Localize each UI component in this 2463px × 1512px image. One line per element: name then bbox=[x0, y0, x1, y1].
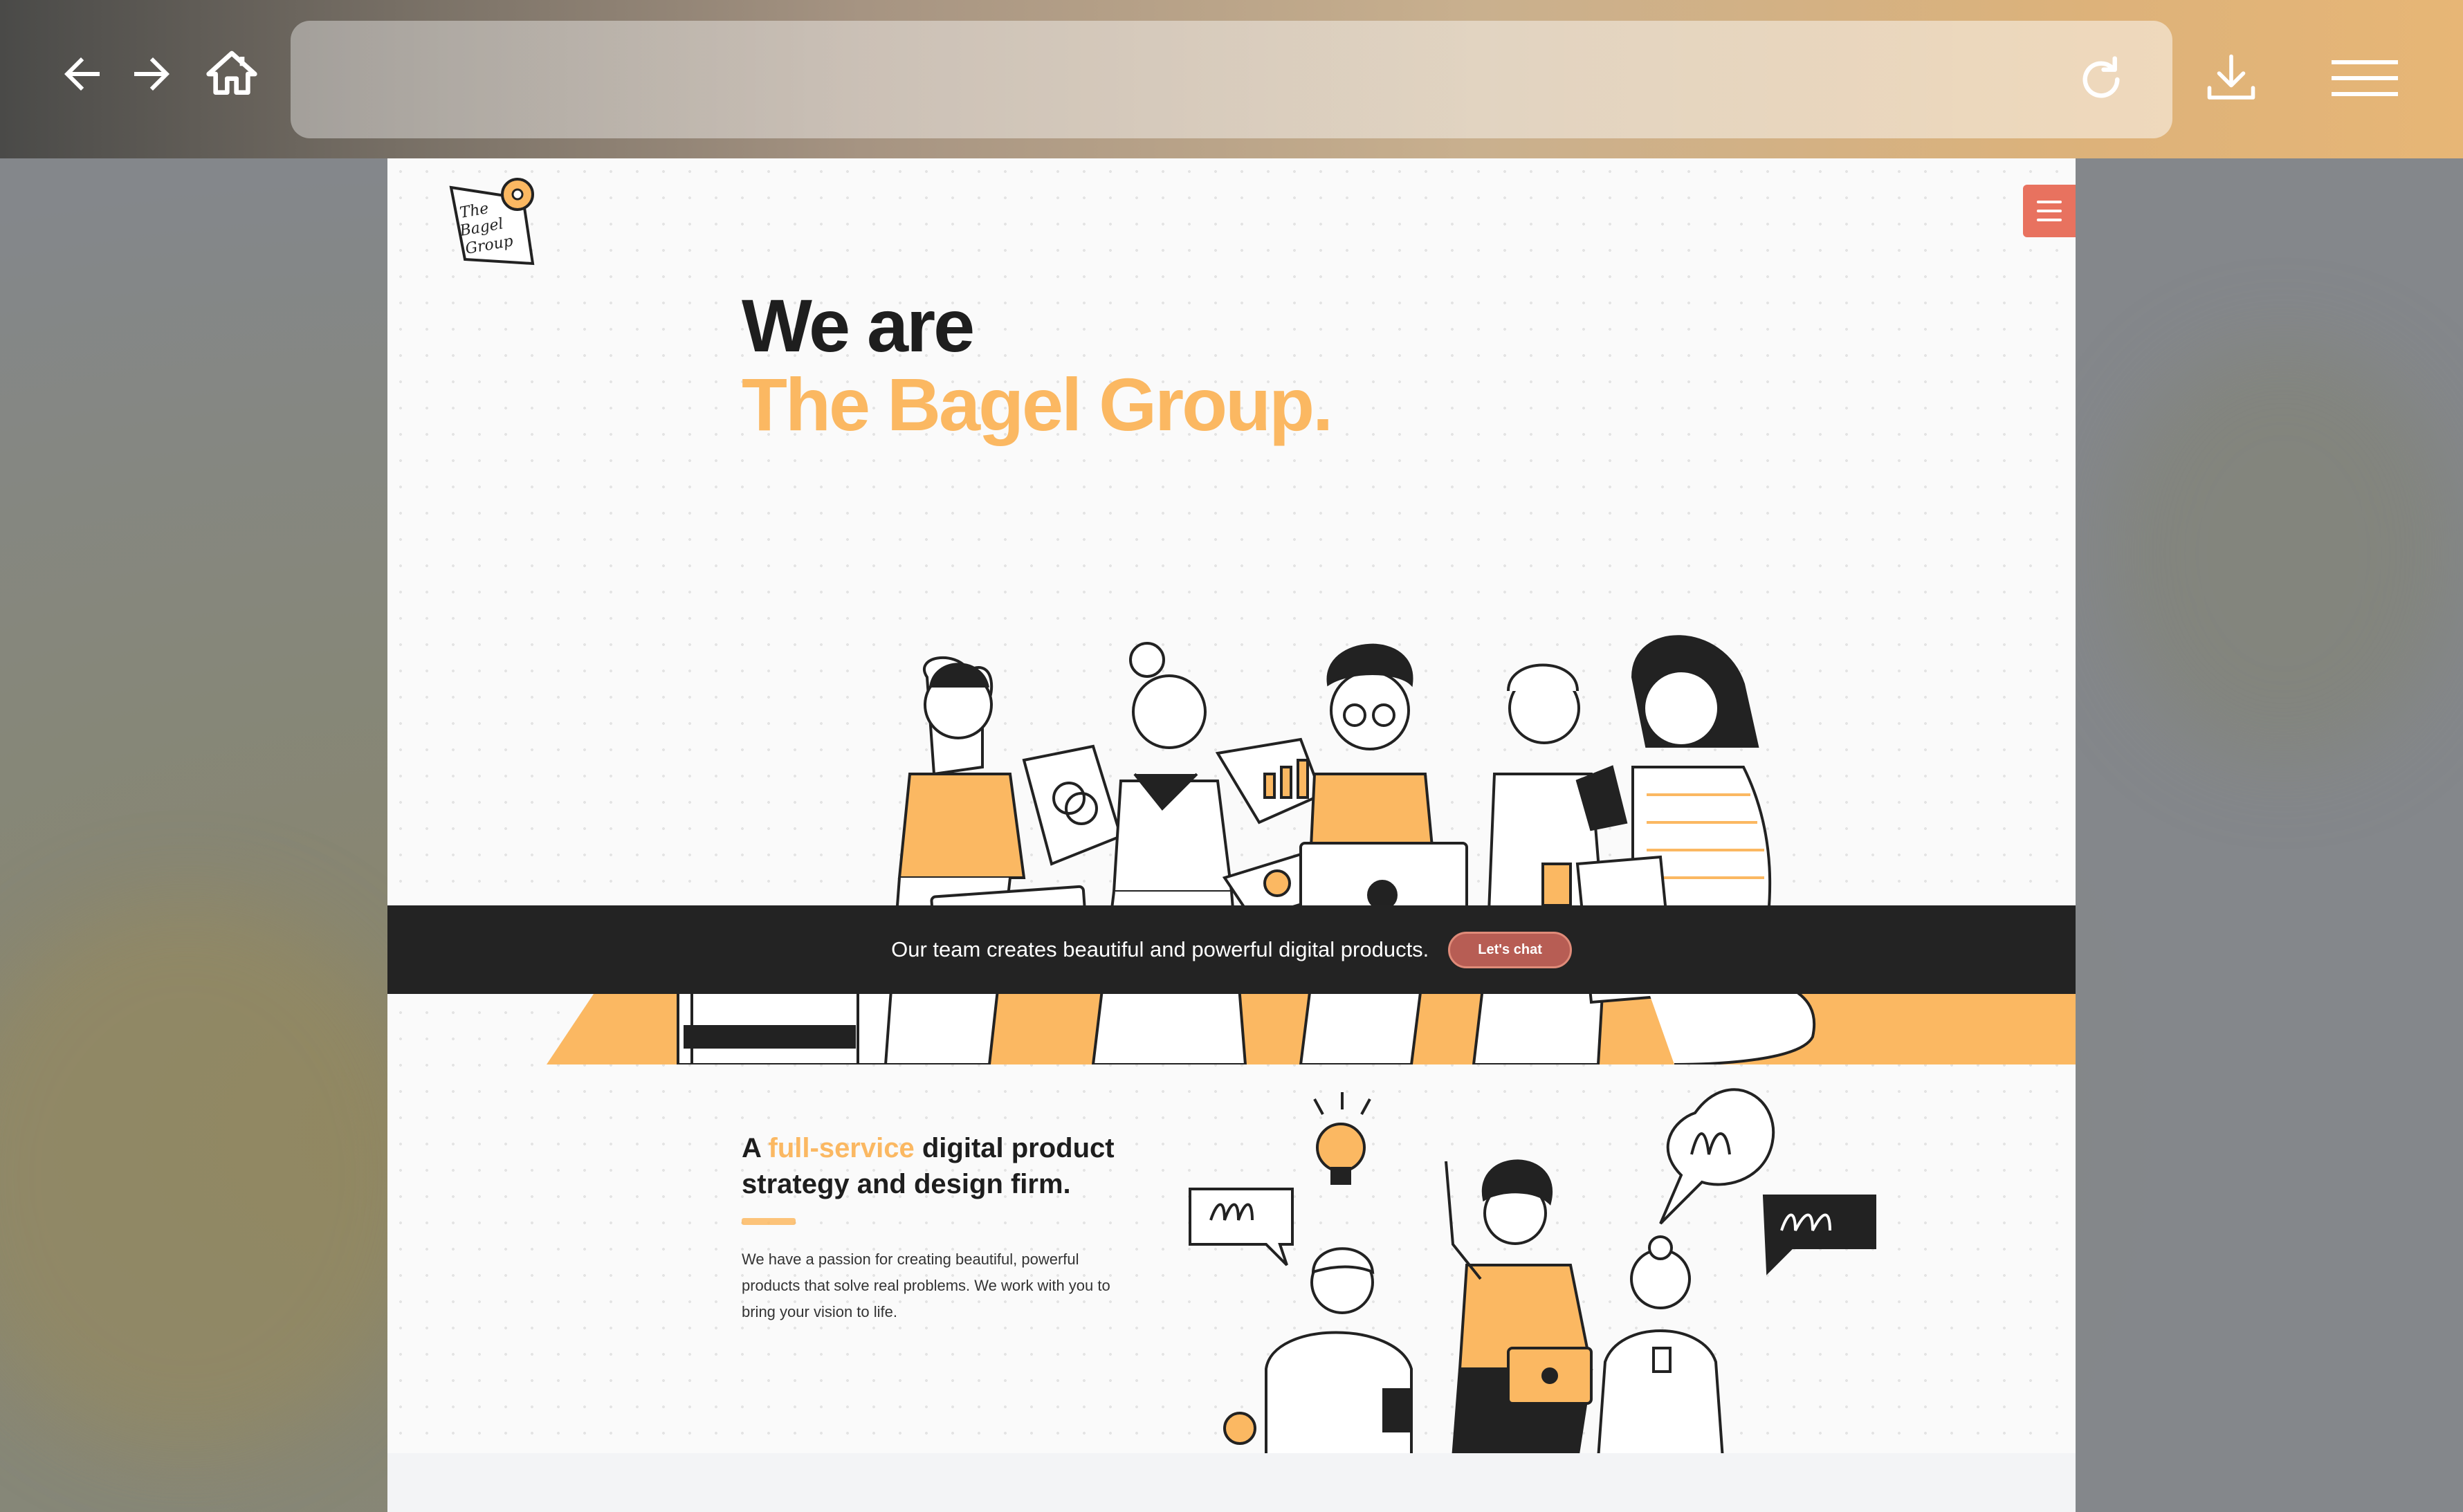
reload-icon bbox=[2082, 56, 2120, 98]
hamburger-line bbox=[2037, 201, 2062, 203]
intro-heading-prefix: A bbox=[742, 1133, 769, 1163]
lets-chat-button[interactable]: Let's chat bbox=[1448, 931, 1572, 968]
banner-text: Our team creates beautiful and powerful … bbox=[891, 937, 1429, 961]
arrow-right-icon bbox=[134, 57, 170, 91]
intro-heading: A full-service digital product strategy … bbox=[742, 1130, 1171, 1202]
web-page: The Bagel Group We are The Bagel Group. bbox=[387, 158, 2076, 1512]
hamburger-menu-icon bbox=[2332, 60, 2398, 96]
hero-title-line1: We are bbox=[742, 284, 975, 367]
speech-bubble-top bbox=[1659, 1088, 1775, 1225]
lightbulb-icon bbox=[1316, 1123, 1366, 1172]
speech-bubble-right bbox=[1762, 1195, 1876, 1275]
hero-title: We are The Bagel Group. bbox=[742, 284, 1333, 446]
download-icon bbox=[2207, 54, 2255, 100]
hero-title-line2: The Bagel Group. bbox=[742, 362, 1333, 446]
cta-banner: Our team creates beautiful and powerful … bbox=[387, 905, 2076, 994]
hamburger-line bbox=[2037, 210, 2062, 212]
hamburger-line bbox=[2037, 219, 2062, 221]
next-section-strip bbox=[387, 1453, 2076, 1512]
team-illustration bbox=[1189, 1088, 1876, 1459]
reload-button[interactable] bbox=[2071, 50, 2131, 109]
home-icon bbox=[206, 50, 257, 95]
person-5 bbox=[1575, 635, 1815, 1064]
forward-button[interactable] bbox=[122, 43, 184, 105]
browser-toolbar bbox=[0, 0, 2463, 158]
intro-heading-accent: full-service bbox=[768, 1133, 915, 1163]
background-glow-right bbox=[2110, 346, 2456, 761]
arrow-left-icon bbox=[64, 57, 100, 91]
back-button[interactable] bbox=[50, 43, 112, 105]
bagel-group-logo[interactable]: The Bagel Group bbox=[446, 178, 542, 268]
accent-underline bbox=[742, 1218, 796, 1225]
site-menu-button[interactable] bbox=[2023, 185, 2076, 237]
url-bar[interactable] bbox=[291, 21, 2172, 138]
browser-menu-button[interactable] bbox=[2330, 47, 2399, 109]
intro-body: We have a passion for creating beautiful… bbox=[742, 1251, 1110, 1320]
download-button[interactable] bbox=[2200, 47, 2262, 109]
speech-bubble-left bbox=[1189, 1188, 1294, 1266]
home-button[interactable] bbox=[201, 43, 263, 105]
background-glow-left bbox=[0, 899, 429, 1453]
